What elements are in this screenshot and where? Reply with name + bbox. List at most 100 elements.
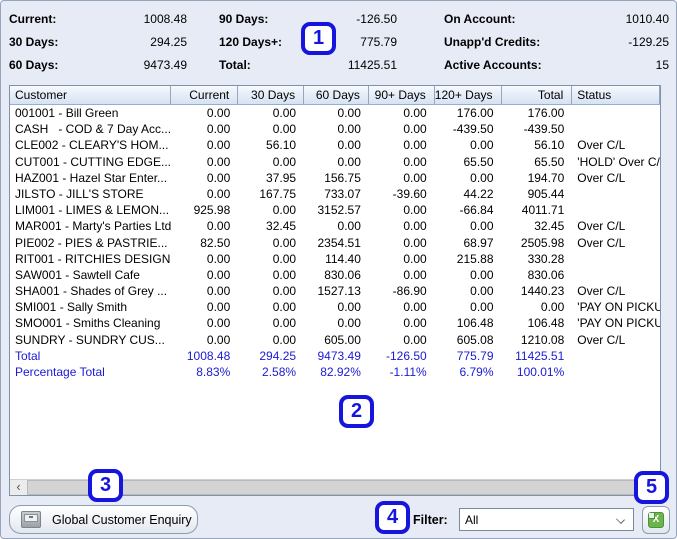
column-header-customer[interactable]: Customer	[10, 86, 172, 104]
summary-label: 120 Days+:	[219, 34, 283, 49]
table-row[interactable]: SHA001 - Shades of Grey ... 0.00 0.00 1527.…	[10, 283, 660, 299]
row-value-cell: 0.00	[470, 138, 494, 153]
row-value-cell: -1.11%	[389, 365, 427, 379]
row-value-cell: -439.50	[452, 122, 494, 137]
row-value-cell: 106.48	[456, 316, 494, 331]
row-label-cell: CLE002 - CLEARY'S HOM...	[15, 138, 169, 153]
row-value-cell: 0.00	[206, 251, 231, 266]
row-label-cell: PIE002 - PIES & PASTRIE...	[15, 235, 168, 250]
row-value-cell: Over C/L	[577, 219, 626, 234]
row-value-cell: 0.00	[337, 316, 361, 331]
table-row[interactable]: PIE002 - PIES & PASTRIE... 82.50 0.00 2354.…	[10, 235, 660, 251]
table-row[interactable]: MAR001 - Marty's Parties Ltd 0.00 32.45 0.0…	[10, 218, 660, 234]
row-value-cell: 2505.98	[520, 235, 565, 250]
scroll-left-arrow-icon[interactable]: ‹	[10, 480, 27, 495]
table-row[interactable]: SMO001 - Smiths Cleaning 0.00 0.00 0.00 0.00…	[10, 315, 660, 331]
row-value-cell: -439.50	[523, 122, 565, 137]
row-value-cell: Over C/L	[577, 332, 626, 347]
summary-label: 90 Days:	[219, 11, 269, 26]
table-row[interactable]: CASH - COD & 7 Day Acc... 0.00 0.00 0.00 0.0…	[10, 121, 660, 137]
row-label-cell: SMI001 - Sally Smith	[15, 300, 128, 315]
row-value-cell: 0.00	[403, 267, 427, 282]
row-value-cell	[572, 105, 660, 121]
row-value-cell: 0.00	[470, 219, 494, 234]
row-value-cell: 82.92%	[320, 365, 361, 379]
column-header-total[interactable]: Total	[502, 86, 573, 104]
row-value-cell: 0.00	[337, 138, 361, 153]
table-row[interactable]: 001001 - Bill Green 0.00 0.00 0.00 0.00 176.0…	[10, 105, 660, 121]
customer-grid: Customer Current 30 Days 60 Days 90+ Days 120…	[9, 85, 661, 496]
table-row[interactable]: RIT001 - RITCHIES DESIGN 0.00 0.00 114.40 0.…	[10, 251, 660, 267]
row-value-cell: 330.28	[527, 251, 565, 266]
column-header-status[interactable]: Status	[572, 86, 660, 104]
summary-value: 294.25	[150, 34, 187, 49]
row-value-cell: 0.00	[206, 316, 231, 331]
column-header-current[interactable]: Current	[171, 86, 239, 104]
row-value-cell: 6.79%	[459, 365, 494, 379]
row-value-cell: 0.00	[540, 300, 565, 315]
row-value-cell: 0.00	[206, 106, 231, 120]
export-to-excel-button[interactable]: X	[642, 506, 670, 534]
summary-value: 1010.40	[625, 11, 669, 26]
row-label-cell: Percentage Total	[15, 365, 105, 379]
summary-item: On Account: 1010.40	[444, 7, 669, 30]
table-row[interactable]: LIM001 - LIMES & LEMON... 925.98 0.00 3152.…	[10, 202, 660, 218]
column-header-60-days[interactable]: 60 Days	[304, 86, 369, 104]
row-label-cell: SHA001 - Shades of Grey ...	[15, 284, 168, 299]
row-value-cell	[572, 267, 660, 283]
summary-item: Active Accounts: 15	[444, 53, 669, 76]
summary-value: -126.50	[356, 11, 397, 26]
table-row[interactable]: SAW001 - Sawtell Cafe 0.00 0.00 830.06 0.00 0…	[10, 267, 660, 283]
row-value-cell: Over C/L	[577, 284, 626, 299]
annotation-badge-5: 5	[634, 471, 669, 504]
row-value-cell: 605.00	[324, 332, 361, 347]
table-row[interactable]: JILSTO - JILL'S STORE 0.00 167.75 733.07 -39…	[10, 186, 660, 202]
row-value-cell: 56.10	[534, 138, 565, 153]
row-label-cell: LIM001 - LIMES & LEMON...	[15, 203, 170, 218]
row-value-cell: 0.00	[206, 186, 231, 201]
row-value-cell: 100.01%	[516, 365, 565, 379]
table-row[interactable]: CLE002 - CLEARY'S HOM... 0.00 56.10 0.00 0.0…	[10, 137, 660, 153]
filter-dropdown[interactable]: All	[459, 508, 634, 531]
row-value-cell: 0.00	[403, 219, 427, 234]
summary-column-aging-1: Current: 1008.48 30 Days: 294.25 60 Days: 947…	[9, 7, 187, 76]
row-value-cell: Over C/L	[577, 138, 626, 153]
global-customer-enquiry-window: Current: 1008.48 30 Days: 294.25 60 Days: 947…	[0, 0, 677, 539]
column-header-120-days[interactable]: 120+ Days	[435, 86, 502, 104]
row-value-cell: 167.75	[259, 186, 297, 201]
summary-label: Unapp'd Credits:	[444, 34, 541, 49]
row-label-cell: SAW001 - Sawtell Cafe	[15, 267, 140, 282]
row-value-cell: 114.40	[325, 251, 361, 266]
row-value-cell: 0.00	[403, 138, 427, 153]
summary-value: 9473.49	[143, 57, 187, 72]
summary-value: 775.79	[360, 34, 397, 49]
row-label-cell: HAZ001 - Hazel Star Enter...	[15, 170, 168, 185]
summary-item: Unapp'd Credits: -129.25	[444, 30, 669, 53]
annotation-badge-2: 2	[339, 395, 374, 428]
column-header-90-days[interactable]: 90+ Days	[369, 86, 435, 104]
row-label-cell: SUNDRY - SUNDRY CUS...	[15, 332, 165, 347]
table-row[interactable]: CUT001 - CUTTING EDGE... 0.00 0.00 0.00 0.00…	[10, 154, 660, 170]
table-row[interactable]: SUNDRY - SUNDRY CUS... 0.00 0.00 605.00 0.00…	[10, 332, 660, 348]
column-header-30-days[interactable]: 30 Days	[238, 86, 305, 104]
row-value-cell: 925.98	[193, 203, 231, 218]
table-row[interactable]: SMI001 - Sally Smith 0.00 0.00 0.00 0.00 0.00…	[10, 299, 660, 315]
global-customer-enquiry-button[interactable]: Global Customer Enquiry	[9, 505, 198, 534]
row-label-cell: 001001 - Bill Green	[15, 106, 119, 120]
row-value-cell: 0.00	[206, 332, 231, 347]
row-value-cell: 'HOLD' Over C/L	[577, 154, 660, 169]
table-row[interactable]: HAZ001 - Hazel Star Enter... 0.00 37.95 156…	[10, 170, 660, 186]
row-value-cell: -126.50	[386, 348, 427, 363]
row-value-cell	[572, 186, 660, 202]
global-customer-enquiry-label: Global Customer Enquiry	[52, 512, 192, 527]
row-value-cell: 0.00	[403, 170, 427, 185]
row-value-cell	[572, 121, 660, 137]
row-value-cell: 0.00	[403, 203, 427, 218]
row-value-cell	[572, 202, 660, 218]
summary-label: 60 Days:	[9, 57, 59, 72]
row-value-cell: 0.00	[272, 154, 297, 169]
row-value-cell: 3152.57	[317, 203, 361, 218]
row-value-cell: 9473.49	[317, 348, 361, 363]
row-value-cell	[572, 251, 660, 267]
row-value-cell: 0.00	[272, 316, 297, 331]
